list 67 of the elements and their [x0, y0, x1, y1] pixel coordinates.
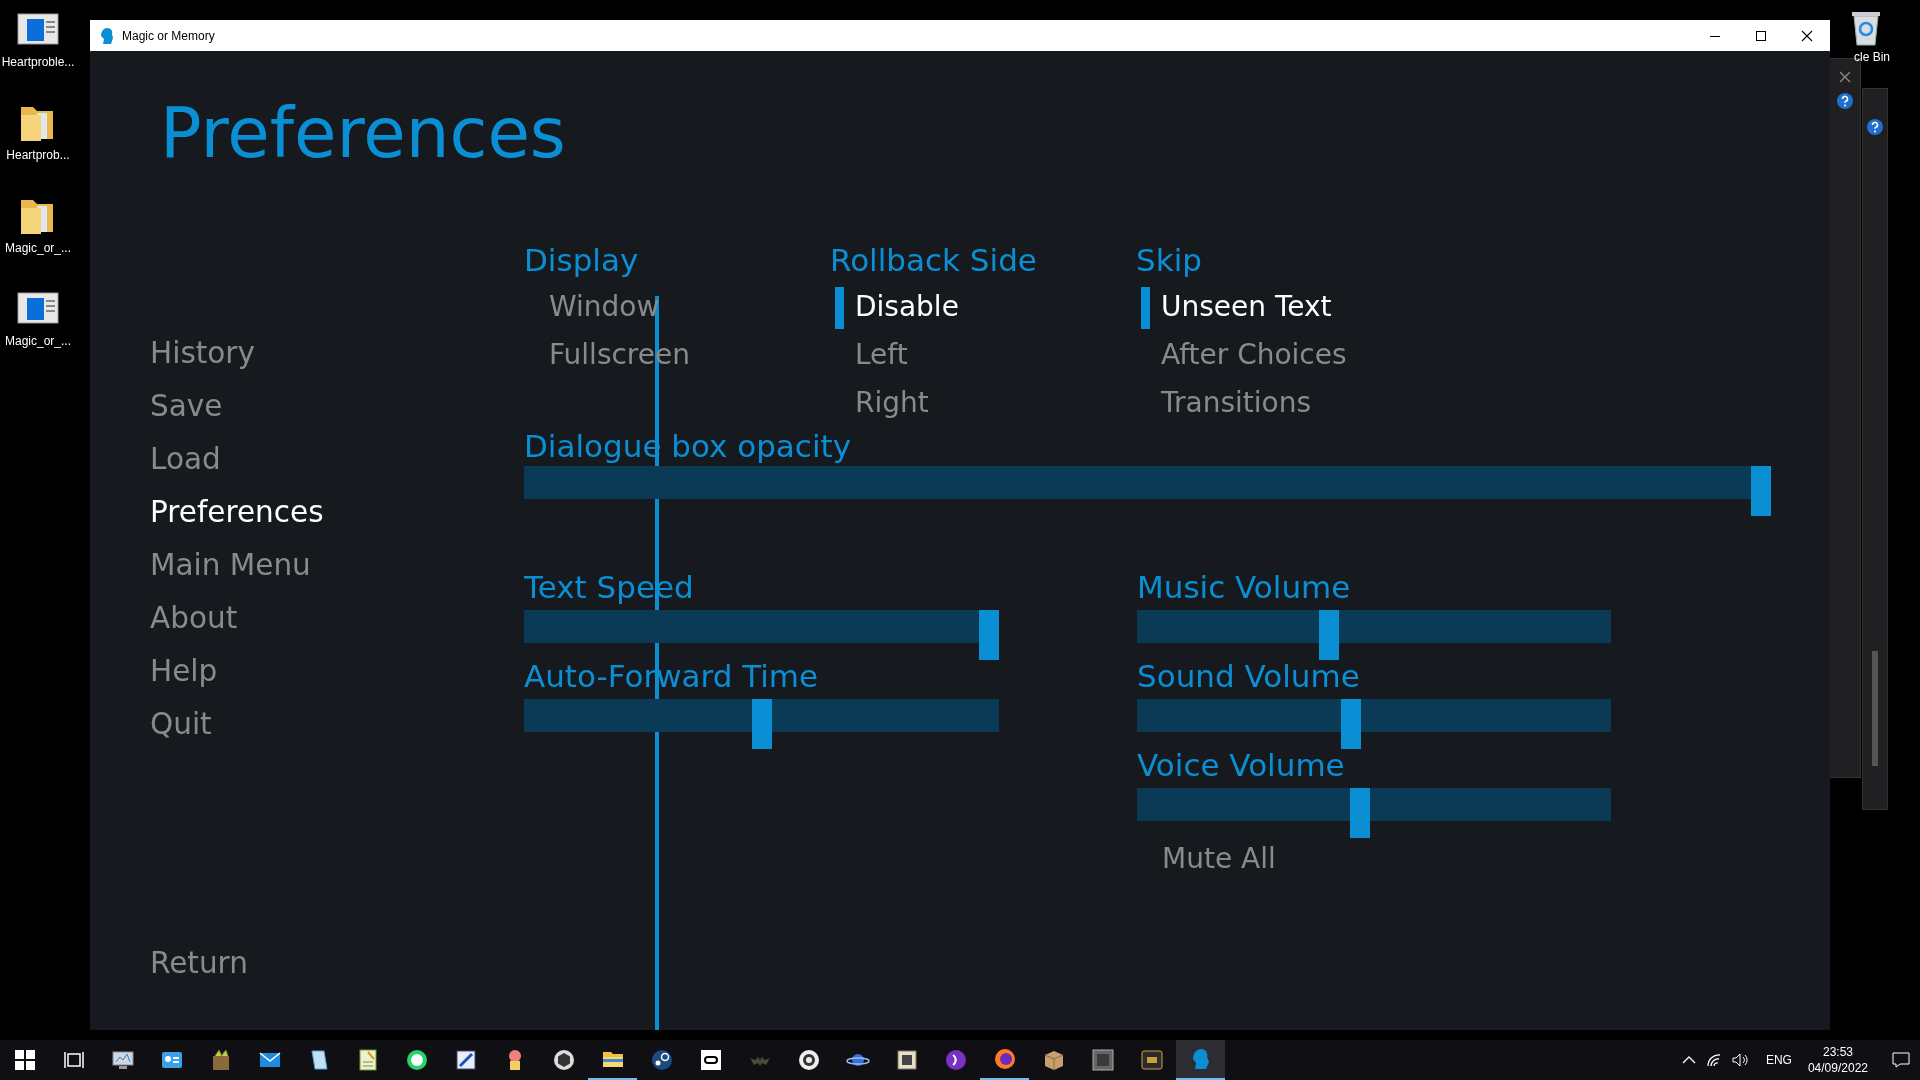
chat-icon[interactable] [404, 1048, 429, 1072]
monitor-icon[interactable] [110, 1048, 135, 1072]
network-icon[interactable] [1705, 1053, 1722, 1067]
slider[interactable] [1137, 699, 1611, 749]
notification-icon[interactable] [1892, 1052, 1910, 1068]
cube-icon[interactable] [551, 1048, 576, 1072]
close-icon[interactable] [1839, 71, 1851, 83]
slider-thumb[interactable] [751, 699, 772, 749]
nav-menu-item[interactable]: Main Menu [150, 539, 311, 592]
nav-menu-item[interactable]: History [150, 327, 255, 380]
scrollbar-thumb[interactable] [1872, 651, 1878, 766]
slider[interactable] [1137, 788, 1611, 838]
option-button[interactable]: Unseen Text [1136, 283, 1332, 331]
taskbar-button[interactable] [1176, 1040, 1225, 1080]
section-heading: Skip [1136, 241, 1202, 280]
orb-icon[interactable] [943, 1048, 968, 1072]
option-button[interactable]: Disable [830, 283, 959, 331]
section-heading: Rollback Side [830, 241, 1037, 280]
option-button[interactable]: Mute All [1137, 835, 1276, 883]
slider[interactable] [524, 610, 999, 660]
option-button[interactable]: Left [830, 331, 908, 379]
chevron-up-icon[interactable] [1681, 1055, 1696, 1065]
nav-menu-item[interactable]: Load [150, 433, 221, 486]
nav-menu-item[interactable]: About [150, 592, 238, 645]
slider-label: Voice Volume [1137, 746, 1346, 785]
desktop-icon-label[interactable]: Heartproble... [1, 55, 75, 69]
page-title: Preferences [159, 92, 567, 175]
slider[interactable] [524, 699, 999, 749]
slider-label: Sound Volume [1137, 657, 1361, 696]
slider-thumb[interactable] [1318, 610, 1339, 660]
slider-thumb[interactable] [1350, 788, 1371, 838]
option-button[interactable]: Transitions [1136, 379, 1311, 427]
window-title: Magic or Memory [122, 28, 216, 43]
tile-icon[interactable] [894, 1048, 919, 1072]
nav-menu-item[interactable]: Quit [150, 698, 212, 751]
paint-icon[interactable] [453, 1048, 478, 1072]
option-button[interactable]: Right [830, 379, 929, 427]
desktop-icon-label[interactable]: Magic_or_... [5, 241, 71, 255]
clock-date[interactable]: 04/09/2022 [1807, 1060, 1868, 1076]
nav-menu-item[interactable]: Save [150, 380, 223, 433]
nav-menu-item[interactable]: Preferences [150, 486, 324, 539]
desktop-icon-label[interactable]: Magic_or_... [5, 334, 71, 348]
gear-icon[interactable] [796, 1048, 821, 1072]
slider-thumb[interactable] [979, 610, 999, 660]
steam-icon[interactable] [649, 1048, 674, 1072]
slider-label: Music Volume [1137, 568, 1352, 607]
slider[interactable] [524, 466, 1771, 516]
help-icon[interactable] [1867, 119, 1883, 135]
desktop-icon-label[interactable]: Heartprob... [6, 148, 70, 162]
section-heading: Display [524, 241, 639, 280]
frame-icon[interactable] [1090, 1048, 1115, 1072]
language-indicator[interactable]: ENG [1765, 1053, 1792, 1067]
option-button[interactable]: After Choices [1136, 331, 1347, 379]
clock-time[interactable]: 23:53 [1822, 1044, 1853, 1060]
ring-icon[interactable] [698, 1048, 723, 1072]
slider[interactable] [1137, 610, 1611, 660]
return-button[interactable]: Return [150, 937, 248, 990]
desktop-icon-label[interactable]: cle Bin [1854, 50, 1891, 64]
slider-thumb[interactable] [1341, 699, 1362, 749]
start-button[interactable] [12, 1048, 37, 1072]
nav-menu-item[interactable]: Help [150, 645, 218, 698]
globe-icon[interactable] [992, 1047, 1017, 1071]
slider-thumb[interactable] [1751, 466, 1771, 516]
app-icon [100, 26, 114, 45]
help-icon[interactable] [1837, 93, 1853, 109]
tile-icon[interactable] [1139, 1048, 1164, 1072]
volume-icon[interactable] [1731, 1053, 1750, 1067]
